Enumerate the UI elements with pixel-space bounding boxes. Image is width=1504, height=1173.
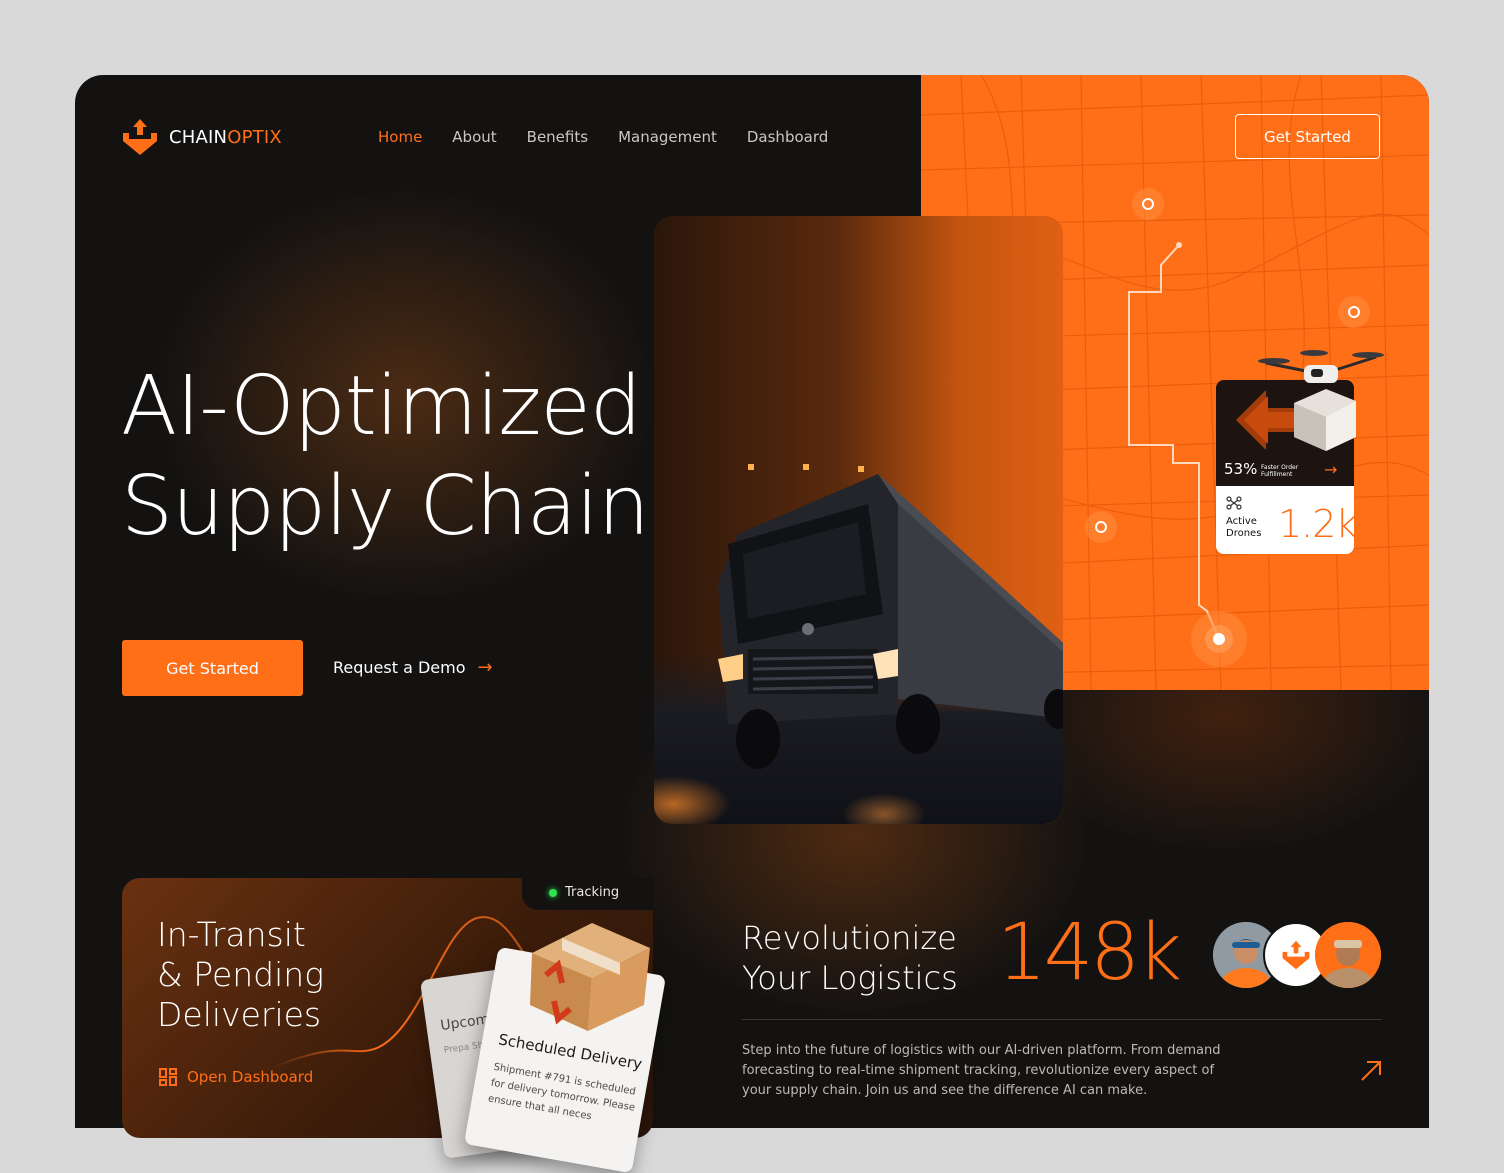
dashboard-grid-icon: [159, 1068, 177, 1086]
map-pin-1: [1132, 188, 1164, 220]
request-demo-link[interactable]: Request a Demo →: [333, 657, 493, 678]
section-divider: [742, 1019, 1382, 1020]
logo-icon: [123, 119, 157, 155]
main-nav: Home About Benefits Management Dashboard: [378, 128, 858, 146]
nav-home[interactable]: Home: [378, 128, 422, 146]
open-dashboard-label: Open Dashboard: [187, 1068, 314, 1086]
header-get-started-button[interactable]: Get Started: [1235, 114, 1380, 159]
avatar: [1315, 922, 1381, 988]
request-demo-label: Request a Demo: [333, 658, 466, 677]
truck-illustration: [718, 464, 1063, 769]
courier-avatar-2: [1315, 922, 1381, 988]
drone-stats-bottom: Active Drones 1.2k: [1216, 486, 1357, 554]
status-dot: [549, 888, 557, 897]
nav-dashboard[interactable]: Dashboard: [747, 128, 828, 146]
map-pin-2: [1338, 296, 1370, 328]
nav-management[interactable]: Management: [618, 128, 717, 146]
arrow-up-right-icon[interactable]: [1358, 1058, 1384, 1084]
brand-name: CHAINOPTIX: [169, 126, 282, 148]
open-dashboard-link[interactable]: Open Dashboard: [159, 1068, 313, 1086]
hero-get-started-button[interactable]: Get Started: [122, 640, 303, 696]
stat-value: 148k: [997, 908, 1182, 998]
upcoming-note-title: Upcom: [439, 1011, 491, 1035]
package-box-icon: [530, 923, 650, 1031]
arrow-right-icon: →: [477, 657, 493, 678]
logo-icon: [1282, 940, 1310, 970]
scheduled-delivery-body: Shipment #791 is scheduled for delivery …: [487, 1061, 637, 1123]
drone-icon: [1226, 496, 1242, 510]
nav-benefits[interactable]: Benefits: [527, 128, 588, 146]
active-drones-value: 1.2k: [1278, 502, 1357, 546]
delivery-drone-image: [1258, 350, 1384, 451]
fulfillment-label: Faster Order Fulfillment: [1261, 464, 1299, 478]
avatar-group: [1213, 922, 1383, 990]
truck-image-card: [654, 216, 1063, 824]
arrow-right-icon[interactable]: →: [1324, 460, 1337, 479]
revolutionize-description: Step into the future of logistics with o…: [742, 1043, 1221, 1098]
transit-card-title: In-Transit & Pending Deliveries: [157, 915, 324, 1034]
revolutionize-title: Revolutionize Your Logistics: [742, 919, 958, 997]
map-pin-3: [1085, 511, 1117, 543]
brand-logo[interactable]: CHAINOPTIX: [121, 117, 282, 157]
active-drones-label: Active Drones: [1226, 516, 1262, 539]
nav-about[interactable]: About: [452, 128, 496, 146]
tracking-label: Tracking: [565, 885, 620, 900]
fulfillment-percent: 53%: [1224, 460, 1258, 478]
tracking-status[interactable]: Tracking: [549, 885, 619, 900]
